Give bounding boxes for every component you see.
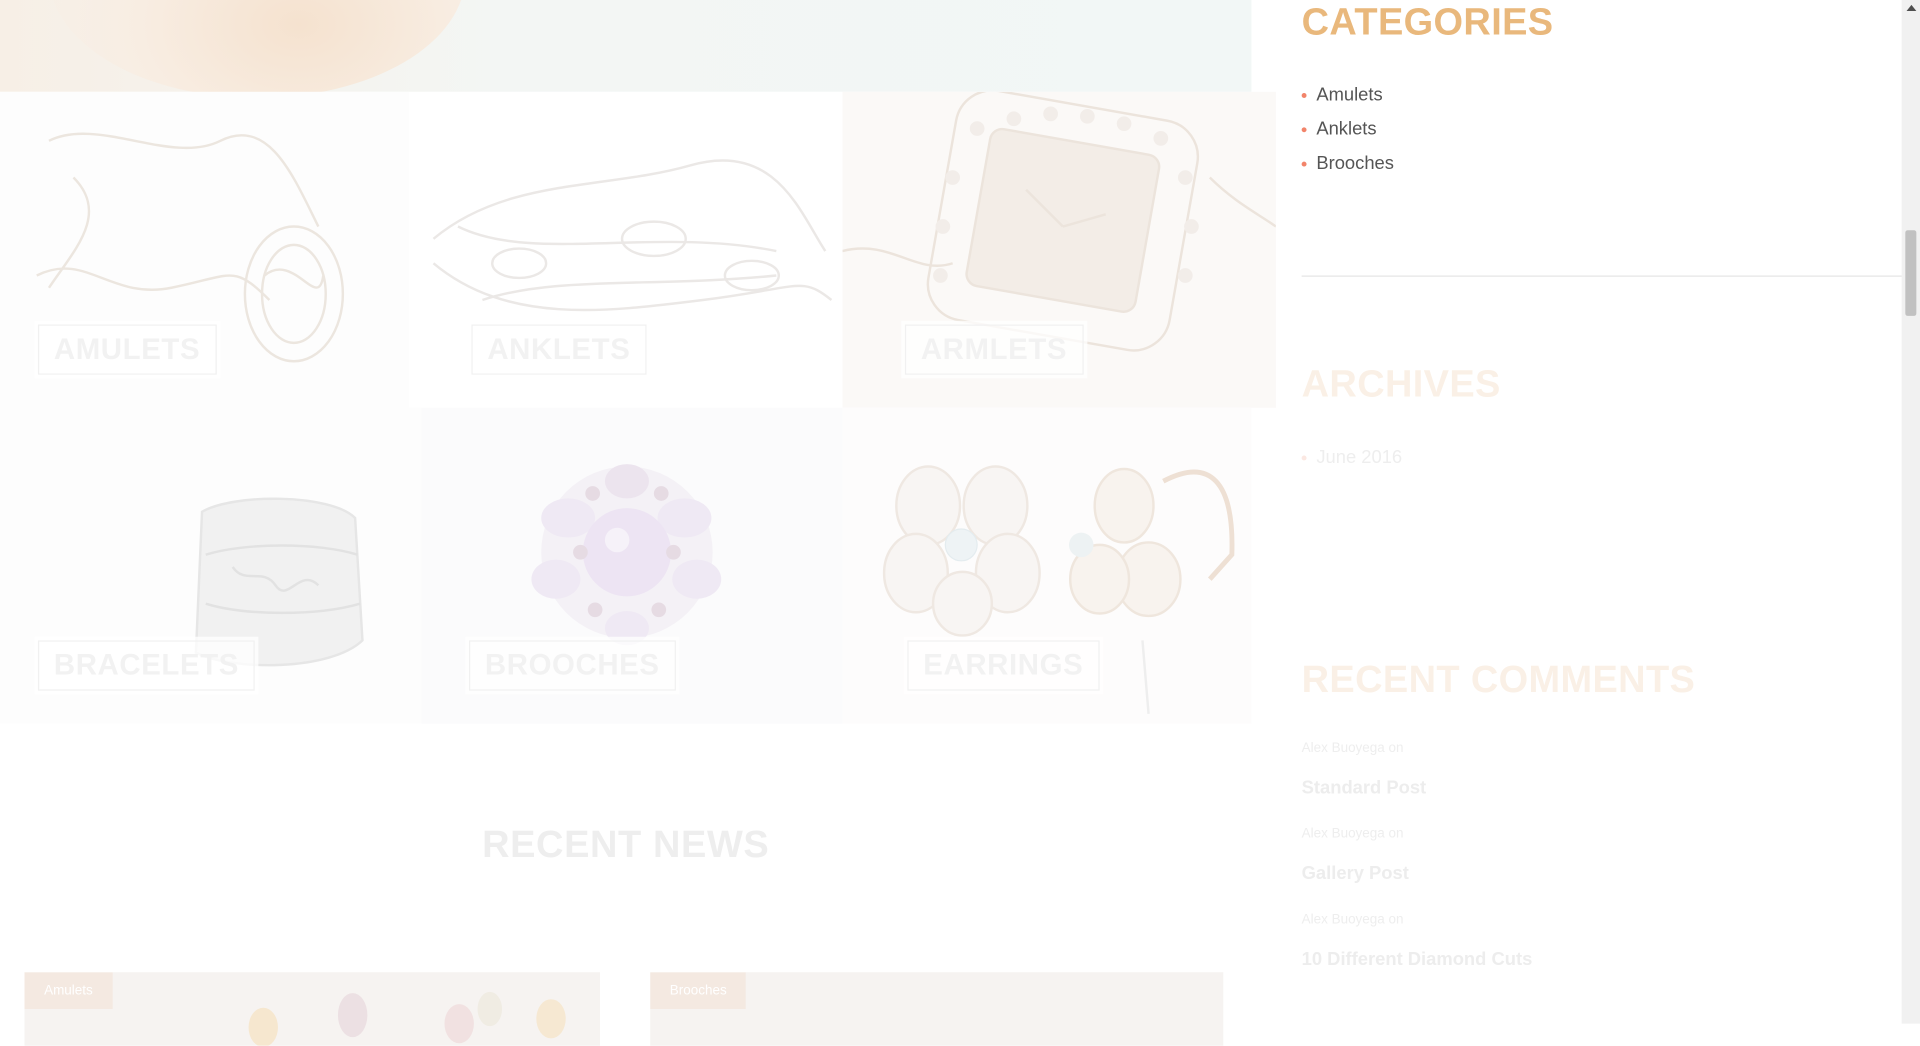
comment-post-link[interactable]: Gallery Post xyxy=(1302,863,1409,884)
category-label: EARRINGS xyxy=(907,640,1100,691)
category-link-amulets[interactable]: Amulets xyxy=(1301,78,1394,112)
hero-image xyxy=(48,0,466,92)
news-category-tag[interactable]: Brooches xyxy=(650,972,747,1009)
news-card[interactable]: Brooches xyxy=(650,972,1224,1046)
comment-on-text: on xyxy=(1388,740,1404,756)
scrollbar-thumb[interactable] xyxy=(1905,230,1917,316)
category-label-box: BRACELETS xyxy=(34,636,259,695)
category-tile-bracelets[interactable]: BRACELETS xyxy=(0,407,422,724)
archives-list: June 2016 xyxy=(1301,441,1402,475)
category-tile-armlets[interactable]: ARMLETS xyxy=(842,91,1276,408)
category-tile-earrings[interactable]: EARRINGS xyxy=(842,407,1252,724)
category-tile-anklets[interactable]: ANKLETS xyxy=(408,91,843,408)
comment-meta: Alex Buoyega on xyxy=(1302,912,1404,927)
page: AMULETS ANKLETS ARMLETS BRACELETS BROOCH… xyxy=(0,0,1920,1046)
bullet-icon xyxy=(1301,93,1307,98)
recent-news-title: RECENT NEWS xyxy=(482,822,770,866)
comment-on-text: on xyxy=(1388,826,1404,842)
category-label-box: AMULETS xyxy=(34,320,220,379)
comment-on-text: on xyxy=(1388,912,1404,927)
news-card[interactable]: Amulets xyxy=(24,972,601,1046)
bullet-icon xyxy=(1301,127,1307,133)
category-tile-brooches[interactable]: BROOCHES xyxy=(421,407,843,724)
category-label-box: ANKLETS xyxy=(467,320,651,379)
chevron-up-icon[interactable] xyxy=(1906,4,1917,12)
category-link-anklets[interactable]: Anklets xyxy=(1301,113,1394,147)
category-label-box: ARMLETS xyxy=(901,320,1087,379)
category-label: BRACELETS xyxy=(37,640,255,691)
archive-link-june-2016[interactable]: June 2016 xyxy=(1301,441,1402,475)
category-tile-amulets[interactable]: AMULETS xyxy=(0,91,409,408)
comment-author[interactable]: Alex Buoyega xyxy=(1302,741,1385,756)
comment-meta: Alex Buoyega on xyxy=(1302,827,1404,842)
bullet-icon xyxy=(1301,161,1307,167)
category-link-brooches[interactable]: Brooches xyxy=(1301,147,1394,181)
category-label: AMULETS xyxy=(37,324,217,375)
recent-comments-widget-title: RECENT COMMENTS xyxy=(1301,657,1696,701)
category-label: ARMLETS xyxy=(904,324,1084,375)
page-scrollbar[interactable] xyxy=(1901,0,1920,1024)
comment-post-link[interactable]: 10 Different Diamond Cuts xyxy=(1302,949,1533,970)
archives-widget-title: ARCHIVES xyxy=(1301,362,1501,406)
comment-author[interactable]: Alex Buoyega xyxy=(1302,827,1385,842)
category-label-box: BROOCHES xyxy=(465,636,680,695)
news-category-tag[interactable]: Amulets xyxy=(24,972,113,1009)
comment-author[interactable]: Alex Buoyega xyxy=(1302,912,1385,927)
category-label: ANKLETS xyxy=(471,324,647,375)
categories-list: Amulets Anklets Brooches xyxy=(1301,78,1394,181)
category-label: BROOCHES xyxy=(468,640,676,691)
categories-widget-title: CATEGORIES xyxy=(1301,0,1554,43)
comment-post-link[interactable]: Standard Post xyxy=(1302,778,1427,799)
bullet-icon xyxy=(1301,455,1307,461)
category-label-box: EARRINGS xyxy=(903,636,1103,695)
widget-divider xyxy=(1301,275,1905,277)
hero-banner xyxy=(0,0,1252,92)
comment-meta: Alex Buoyega on xyxy=(1302,741,1404,756)
